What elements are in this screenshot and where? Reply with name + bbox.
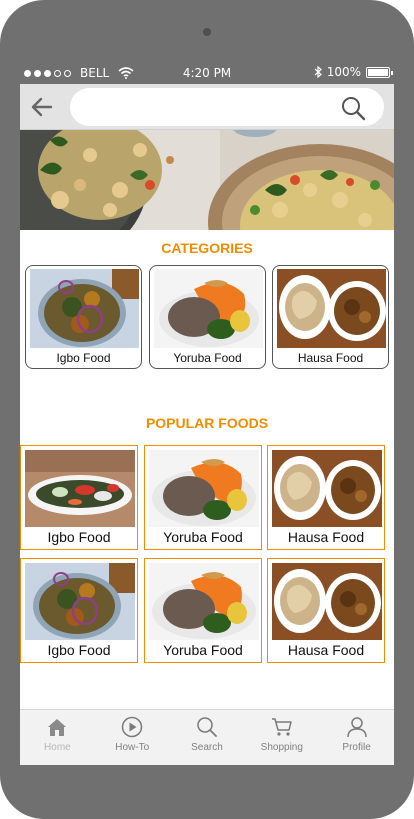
cart-icon xyxy=(271,718,292,736)
tab-shopping[interactable]: Shopping xyxy=(244,710,319,765)
bluetooth-icon xyxy=(314,66,322,78)
popular-food-card[interactable]: Igbo Food xyxy=(20,558,138,663)
battery-level xyxy=(368,68,388,76)
speaker-dot xyxy=(203,28,211,36)
food-label: Hausa Food xyxy=(287,529,365,545)
igbo-food-image xyxy=(25,563,135,640)
profile-icon xyxy=(346,717,367,738)
tab-label: Search xyxy=(191,742,223,753)
status-bar: BELL 4:20 PM 100% xyxy=(20,62,394,84)
food-label: Igbo Food xyxy=(47,529,111,545)
food-label: Hausa Food xyxy=(287,642,365,658)
tab-label: How-To xyxy=(115,742,150,753)
tab-home[interactable]: Home xyxy=(20,710,95,765)
tab-label: Profile xyxy=(342,742,371,753)
tab-label: Home xyxy=(44,742,71,753)
popular-foods-title: POPULAR FOODS xyxy=(145,415,269,431)
status-right: 100% xyxy=(314,65,393,79)
category-card-igbo[interactable]: Igbo Food xyxy=(25,265,142,369)
hero-banner-image xyxy=(20,130,394,230)
play-icon xyxy=(121,716,143,738)
battery-icon xyxy=(366,66,393,78)
category-label: Igbo Food xyxy=(56,351,111,365)
bottom-tab-bar: Home How-To Search Shopping Profile xyxy=(20,709,394,765)
search-icon[interactable] xyxy=(340,95,366,121)
device-frame: BELL 4:20 PM 100% CATEGORIES Igbo Food Y… xyxy=(0,0,414,819)
search-input[interactable] xyxy=(84,96,334,118)
popular-food-card[interactable]: Igbo Food xyxy=(20,445,138,550)
hausa-food-image xyxy=(272,563,382,640)
battery-percent: 100% xyxy=(326,65,361,79)
categories-title: CATEGORIES xyxy=(161,240,253,256)
search-header xyxy=(20,84,394,130)
tab-how-to[interactable]: How-To xyxy=(95,710,170,765)
yoruba-food-image xyxy=(149,450,259,527)
back-arrow-icon[interactable] xyxy=(30,95,54,119)
igbo-salad-image xyxy=(25,450,135,527)
yoruba-food-image xyxy=(154,269,263,348)
category-card-yoruba[interactable]: Yoruba Food xyxy=(149,265,266,369)
yoruba-food-image xyxy=(149,563,259,640)
category-card-hausa[interactable]: Hausa Food xyxy=(272,265,389,369)
food-label: Igbo Food xyxy=(47,642,111,658)
hausa-food-image xyxy=(277,269,386,348)
popular-food-card[interactable]: Hausa Food xyxy=(267,558,385,663)
food-label: Yoruba Food xyxy=(163,529,243,545)
food-label: Yoruba Food xyxy=(163,642,243,658)
app-screen: CATEGORIES Igbo Food Yoruba Food Hausa F… xyxy=(20,84,394,765)
hausa-food-image xyxy=(272,450,382,527)
category-label: Yoruba Food xyxy=(173,351,242,365)
igbo-food-image xyxy=(30,269,139,348)
category-label: Hausa Food xyxy=(297,351,364,365)
search-icon xyxy=(197,717,217,737)
tab-label: Shopping xyxy=(260,742,303,753)
popular-food-card[interactable]: Yoruba Food xyxy=(144,558,262,663)
popular-food-card[interactable]: Hausa Food xyxy=(267,445,385,550)
home-icon xyxy=(48,719,67,736)
tab-search[interactable]: Search xyxy=(170,710,245,765)
search-field[interactable] xyxy=(70,88,384,126)
popular-food-card[interactable]: Yoruba Food xyxy=(144,445,262,550)
tab-profile[interactable]: Profile xyxy=(319,710,394,765)
